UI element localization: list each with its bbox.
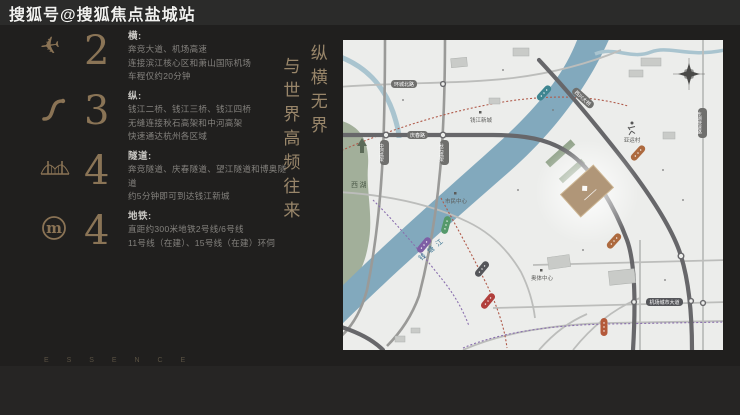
watermark-bar: 搜狐号@搜狐焦点盐城站: [0, 0, 740, 25]
svg-text:中河高架: 中河高架: [379, 142, 385, 163]
svg-text:奥体中心: 奥体中心: [531, 274, 554, 282]
svg-text:m: m: [46, 219, 62, 237]
road-label-airport-ave: 机场城市大道: [646, 298, 683, 306]
metro-icon: m: [40, 207, 84, 242]
item-line: 奔竞大道、机场高速: [128, 43, 290, 57]
svg-text:钱江新城: 钱江新城: [470, 116, 493, 124]
svg-text:庆春路: 庆春路: [410, 132, 425, 139]
svg-text:环城北路: 环城北路: [394, 81, 414, 88]
item-line: 约5分钟即可到达钱江新城: [128, 190, 290, 204]
west-lake-label: 西湖: [351, 180, 368, 189]
vertical-headline: 纵横无界 与世界高频往来: [279, 44, 327, 294]
item-line: 直距约300米地铁2号线/6号线: [128, 223, 290, 237]
svg-text:亚运村: 亚运村: [624, 136, 641, 144]
item-heading: 隧道:: [128, 150, 290, 163]
item-heading: 纵:: [128, 90, 290, 103]
count-number: 4: [84, 207, 128, 251]
bridge-icon: [40, 147, 84, 180]
road-label-zhonghe-viaduct: 中河高架: [379, 140, 389, 165]
count-number: 2: [84, 27, 128, 71]
transport-item-highway: ✈ 2 横: 奔竞大道、机场高速 连接滨江核心区和萧山国际机场 车程仅约20分钟: [40, 27, 290, 87]
transport-item-tunnels: 4 隧道: 奔竞隧道、庆春隧道、望江隧道和博奥隧道 约5分钟即可到达钱江新城: [40, 147, 290, 207]
svg-text:东湖快速路: 东湖快速路: [697, 110, 703, 135]
svg-text:机场城市大道: 机场城市大道: [649, 299, 679, 306]
airplane-icon: ✈: [40, 27, 84, 59]
item-line: 无缝连接秋石高架和中河高架: [128, 117, 290, 131]
transport-item-bridges: 3 纵: 钱江二桥、钱江三桥、钱江四桥 无缝连接秋石高架和中河高架 快速通达杭州…: [40, 87, 290, 147]
lower-background: [0, 366, 740, 415]
brand-text: E S S E N C E: [44, 357, 193, 364]
road-label-donghu-expy: 东湖快速路: [697, 108, 707, 138]
transport-list: ✈ 2 横: 奔竞大道、机场高速 连接滨江核心区和萧山国际机场 车程仅约20分钟…: [40, 27, 290, 267]
watermark-text: 搜狐号@搜狐焦点盐城站: [0, 1, 196, 25]
svg-text:秋石高架: 秋石高架: [439, 142, 445, 163]
item-heading: 地铁:: [128, 210, 290, 223]
item-line: 钱江二桥、钱江三桥、钱江四桥: [128, 103, 290, 117]
location-map: 西湖 钱塘江 环城北路 庆春路: [343, 40, 723, 350]
count-number: 3: [84, 87, 128, 131]
item-line: 奔竞隧道、庆春隧道、望江隧道和博奥隧道: [128, 163, 290, 190]
overpass-icon: [40, 87, 84, 122]
item-line: 车程仅约20分钟: [128, 70, 290, 84]
svg-text:市民中心: 市民中心: [445, 197, 468, 205]
headline-line-2: 与世界高频往来: [279, 44, 299, 294]
road-label-qiushi-viaduct: 秋石高架: [439, 140, 449, 165]
item-line: 连接滨江核心区和萧山国际机场: [128, 57, 290, 71]
transport-item-metro: m 4 地铁: 直距约300米地铁2号线/6号线 11号线（在建）、15号线（在…: [40, 207, 290, 267]
headline-line-1: 纵横无界: [306, 44, 326, 294]
item-heading: 横:: [128, 30, 290, 43]
count-number: 4: [84, 147, 128, 191]
item-line: 11号线（在建）、15号线（在建）环伺: [128, 237, 290, 251]
item-line: 快速通达杭州各区域: [128, 130, 290, 144]
road-label-ring-north: 环城北路: [391, 80, 417, 88]
road-label-qingchun: 庆春路: [407, 131, 428, 139]
